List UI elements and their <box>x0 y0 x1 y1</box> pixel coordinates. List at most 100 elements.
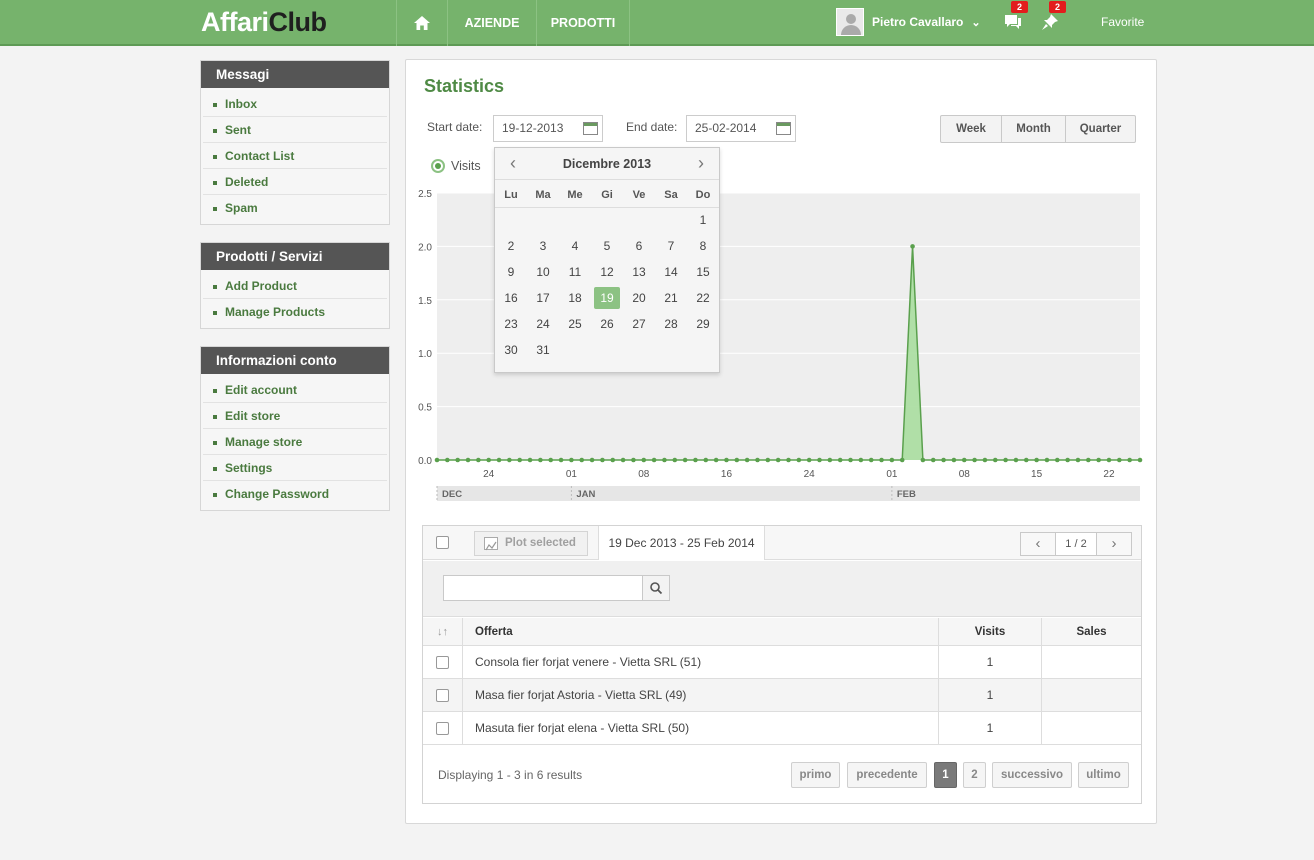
calendar-day[interactable]: 26 <box>591 311 623 337</box>
calendar-day[interactable]: 25 <box>559 311 591 337</box>
table-header: ↓↑ Offerta Visits Sales <box>423 618 1141 646</box>
calendar-icon[interactable] <box>583 122 598 135</box>
end-date-input[interactable]: 25-02-2014 <box>686 115 796 142</box>
row-checkbox[interactable] <box>436 722 449 735</box>
calendar-day[interactable]: 22 <box>687 285 719 311</box>
cell-offerta: Masa fier forjat Astoria - Vietta SRL (4… <box>463 679 939 711</box>
sidebar-item-spam[interactable]: Spam <box>203 195 387 221</box>
sidebar-item-settings[interactable]: Settings <box>203 455 387 481</box>
page-2-button[interactable]: 2 <box>963 762 986 788</box>
nav-prodotti[interactable]: PRODOTTI <box>536 0 630 46</box>
calendar-day[interactable]: 11 <box>559 259 591 285</box>
search-input[interactable] <box>443 575 643 601</box>
column-header-visits[interactable]: Visits <box>939 618 1042 645</box>
chevron-left-icon[interactable]: ‹ <box>1021 533 1055 555</box>
sort-column-header[interactable]: ↓↑ <box>423 618 463 645</box>
calendar-day[interactable]: 16 <box>495 285 527 311</box>
select-all-checkbox[interactable] <box>436 536 449 549</box>
data-point <box>445 457 450 463</box>
plot-selected-label: Plot selected <box>505 537 576 549</box>
calendar-day[interactable]: 15 <box>687 259 719 285</box>
next-month-button[interactable]: › <box>691 153 711 173</box>
chart-legend[interactable]: Visits <box>431 159 481 173</box>
calendar-day[interactable]: 7 <box>655 233 687 259</box>
calendar-day[interactable]: 10 <box>527 259 559 285</box>
calendar-icon[interactable] <box>776 122 791 135</box>
quarter-button[interactable]: Quarter <box>1065 116 1135 142</box>
calendar-day[interactable]: 6 <box>623 233 655 259</box>
sidebar-item-add-product[interactable]: Add Product <box>203 273 387 299</box>
data-point <box>848 457 853 463</box>
calendar-day[interactable]: 29 <box>687 311 719 337</box>
calendar-day[interactable]: 8 <box>687 233 719 259</box>
cell-visits: 1 <box>939 712 1042 744</box>
cell-offerta: Masuta fier forjat elena - Vietta SRL (5… <box>463 712 939 744</box>
calendar-empty-cell <box>687 337 719 363</box>
calendar-day[interactable]: 17 <box>527 285 559 311</box>
calendar-day[interactable]: 21 <box>655 285 687 311</box>
chevron-right-icon[interactable]: › <box>1097 533 1131 555</box>
column-header-sales[interactable]: Sales <box>1042 618 1141 645</box>
month-label: JAN <box>576 489 595 500</box>
calendar-day[interactable]: 5 <box>591 233 623 259</box>
sidebar-item-edit-store[interactable]: Edit store <box>203 403 387 429</box>
x-tick-label: 15 <box>1031 469 1043 480</box>
calendar-day[interactable]: 30 <box>495 337 527 363</box>
notifications-button[interactable]: 2 <box>1042 1 1066 30</box>
user-menu[interactable]: Pietro Cavallaro ⌄ <box>836 7 981 37</box>
sidebar-item-edit-account[interactable]: Edit account <box>203 377 387 403</box>
search-button[interactable] <box>642 575 670 601</box>
calendar-day[interactable]: 19 <box>591 285 623 311</box>
previous-page-button[interactable]: precedente <box>847 762 927 788</box>
calendar-day[interactable]: 18 <box>559 285 591 311</box>
site-logo[interactable]: AffariClub <box>201 7 327 39</box>
column-header-offerta[interactable]: Offerta <box>463 618 939 645</box>
calendar-day[interactable]: 2 <box>495 233 527 259</box>
calendar-day[interactable]: 9 <box>495 259 527 285</box>
sidebar-item-manage-store[interactable]: Manage store <box>203 429 387 455</box>
table-row: Consola fier forjat venere - Vietta SRL … <box>423 646 1141 679</box>
sidebar-item-inbox[interactable]: Inbox <box>203 91 387 117</box>
sidebar-item-deleted[interactable]: Deleted <box>203 169 387 195</box>
calendar-day[interactable]: 13 <box>623 259 655 285</box>
start-date-input[interactable]: 19-12-2013 <box>493 115 603 142</box>
nav-home[interactable] <box>396 0 447 46</box>
calendar-day[interactable]: 3 <box>527 233 559 259</box>
sidebar-item-change-password[interactable]: Change Password <box>203 481 387 507</box>
last-page-button[interactable]: ultimo <box>1078 762 1129 788</box>
messages-button[interactable]: 2 <box>1004 1 1028 30</box>
page-1-button[interactable]: 1 <box>934 762 957 788</box>
calendar-day[interactable]: 12 <box>591 259 623 285</box>
calendar-day[interactable]: 1 <box>687 207 719 233</box>
sidebar-section-title: Messagi <box>201 61 389 88</box>
calendar-day[interactable]: 28 <box>655 311 687 337</box>
data-point <box>744 457 750 463</box>
week-button[interactable]: Week <box>941 116 1001 142</box>
data-point <box>734 457 740 463</box>
month-button[interactable]: Month <box>1001 116 1065 142</box>
calendar-day[interactable]: 4 <box>559 233 591 259</box>
x-tick-label: 24 <box>483 469 495 480</box>
sidebar-item-contact-list[interactable]: Contact List <box>203 143 387 169</box>
data-point <box>1065 457 1070 463</box>
sidebar-item-sent[interactable]: Sent <box>203 117 387 143</box>
sidebar-item-label: Edit account <box>225 383 298 397</box>
favorite-link[interactable]: Favorite <box>1101 15 1144 29</box>
row-checkbox[interactable] <box>436 656 449 669</box>
nav-aziende[interactable]: AZIENDE <box>447 0 536 46</box>
calendar-day[interactable]: 31 <box>527 337 559 363</box>
calendar-day[interactable]: 14 <box>655 259 687 285</box>
calendar-day[interactable]: 20 <box>623 285 655 311</box>
next-page-button[interactable]: successivo <box>992 762 1072 788</box>
cell-visits: 1 <box>939 646 1042 678</box>
sidebar-section-informazioni: Informazioni conto Edit account Edit sto… <box>200 346 390 511</box>
row-checkbox[interactable] <box>436 689 449 702</box>
calendar-day[interactable]: 27 <box>623 311 655 337</box>
first-page-button[interactable]: primo <box>791 762 840 788</box>
calendar-day[interactable]: 23 <box>495 311 527 337</box>
plot-selected-button[interactable]: Plot selected <box>474 531 588 556</box>
calendar-day[interactable]: 24 <box>527 311 559 337</box>
sidebar-item-manage-products[interactable]: Manage Products <box>203 299 387 325</box>
start-date-label: Start date: <box>427 120 483 134</box>
y-tick-label: 2.5 <box>418 189 432 200</box>
